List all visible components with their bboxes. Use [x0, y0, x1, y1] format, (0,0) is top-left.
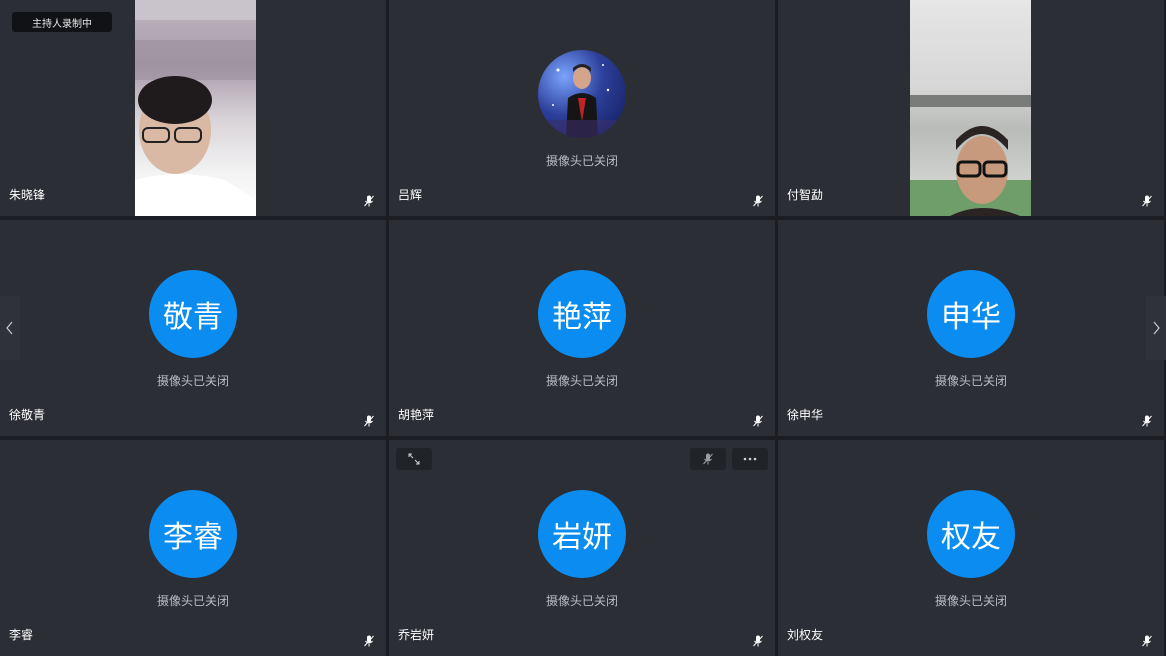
mic-muted-icon[interactable] [1140, 194, 1154, 208]
participant-tile-6[interactable]: 申华 摄像头已关闭 徐申华 [778, 220, 1164, 436]
next-page-button[interactable] [1146, 296, 1166, 360]
mic-muted-icon[interactable] [362, 634, 376, 648]
participant-avatar: 权友 [927, 490, 1015, 578]
participant-video [135, 0, 256, 216]
camera-off-text: 摄像头已关闭 [156, 374, 229, 388]
camera-off-text: 摄像头已关闭 [545, 154, 618, 168]
participant-tile-2[interactable]: 摄像头已关闭 吕辉 [389, 0, 775, 216]
participant-avatar: 艳萍 [538, 270, 626, 358]
participant-avatar: 敬青 [149, 270, 237, 358]
participant-name: 刘权友 [787, 628, 824, 642]
more-options-button[interactable] [732, 448, 768, 470]
participant-avatar: 李睿 [149, 490, 237, 578]
participant-name: 徐敬青 [9, 408, 46, 422]
camera-off-text: 摄像头已关闭 [156, 594, 229, 608]
camera-off-text: 摄像头已关闭 [934, 374, 1007, 388]
participant-tile-1[interactable]: 主持人录制中 朱晓锋 [0, 0, 386, 216]
participant-avatar: 岩妍 [538, 490, 626, 578]
participant-tile-5[interactable]: 艳萍 摄像头已关闭 胡艳萍 [389, 220, 775, 436]
expand-icon [408, 453, 420, 465]
participant-name: 吕辉 [398, 188, 423, 202]
mic-muted-icon[interactable] [362, 414, 376, 428]
participant-name: 李睿 [9, 628, 34, 642]
participant-tile-8[interactable]: 岩妍 摄像头已关闭 乔岩妍 [389, 440, 775, 656]
mic-muted-icon[interactable] [751, 634, 765, 648]
participant-name: 朱晓锋 [9, 188, 46, 202]
participant-name: 胡艳萍 [398, 408, 435, 422]
video-frame [910, 95, 1031, 216]
chevron-left-icon [6, 321, 13, 335]
mic-muted-icon[interactable] [1140, 634, 1154, 648]
mic-muted-icon[interactable] [362, 194, 376, 208]
expand-button[interactable] [396, 448, 432, 470]
camera-off-text: 摄像头已关闭 [934, 594, 1007, 608]
mic-muted-icon[interactable] [751, 414, 765, 428]
participant-tile-4[interactable]: 敬青 摄像头已关闭 徐敬青 [0, 220, 386, 436]
participant-photo-avatar [538, 50, 626, 138]
avatar-photo [538, 64, 626, 138]
mic-muted-icon[interactable] [751, 194, 765, 208]
video-grid: 主持人录制中 朱晓锋 摄像头已关闭 吕辉 付智勐 敬青 摄像头已关闭 徐敬青 艳… [0, 0, 1166, 656]
participant-video [910, 0, 1031, 216]
recording-badge: 主持人录制中 [12, 12, 112, 32]
camera-off-text: 摄像头已关闭 [545, 374, 618, 388]
more-icon [743, 457, 757, 461]
participant-tile-7[interactable]: 李睿 摄像头已关闭 李睿 [0, 440, 386, 656]
participant-tile-3[interactable]: 付智勐 [778, 0, 1164, 216]
participant-avatar: 申华 [927, 270, 1015, 358]
mic-muted-icon [703, 453, 713, 465]
prev-page-button[interactable] [0, 296, 20, 360]
participant-name: 付智勐 [787, 188, 824, 202]
camera-off-text: 摄像头已关闭 [545, 594, 618, 608]
video-frame [135, 0, 256, 216]
mic-muted-icon[interactable] [1140, 414, 1154, 428]
participant-tile-9[interactable]: 权友 摄像头已关闭 刘权友 [778, 440, 1164, 656]
mute-toggle-button[interactable] [690, 448, 726, 470]
participant-name: 徐申华 [787, 408, 824, 422]
chevron-right-icon [1153, 321, 1160, 335]
participant-name: 乔岩妍 [398, 628, 435, 642]
